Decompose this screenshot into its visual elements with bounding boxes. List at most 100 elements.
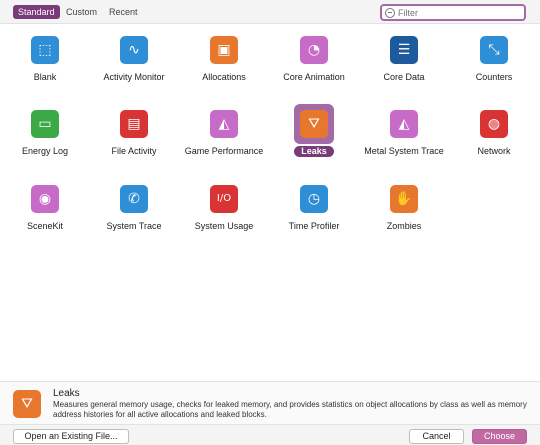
- template-item[interactable]: ✋ Zombies: [359, 179, 449, 232]
- activity-monitor-icon: ∿: [120, 36, 148, 64]
- description-title: Leaks: [53, 388, 80, 399]
- allocations-icon: ▣: [210, 36, 238, 64]
- template-item[interactable]: ◉ SceneKit: [0, 179, 90, 232]
- core-data-icon: ☰: [390, 36, 418, 64]
- template-icon-frame: ☰: [384, 30, 424, 70]
- template-icon-frame: ⤡: [474, 30, 514, 70]
- leaks-icon: ⛛: [300, 110, 328, 138]
- template-item[interactable]: ✆ System Trace: [89, 179, 179, 232]
- template-item[interactable]: ▣ Allocations: [179, 30, 269, 83]
- open-existing-file-button[interactable]: Open an Existing File...: [13, 429, 129, 444]
- scenekit-icon: ◉: [31, 185, 59, 213]
- time-profiler-icon: ◷: [300, 185, 328, 213]
- template-item[interactable]: ◍ Network: [449, 104, 539, 157]
- icon-glyph: ▣: [217, 42, 231, 58]
- choose-button[interactable]: Choose: [472, 429, 527, 444]
- template-icon-frame: ◉: [25, 179, 65, 219]
- template-icon-frame: ◔: [294, 30, 334, 70]
- template-tab-bar: Standard Custom Recent: [0, 0, 540, 24]
- template-icon-frame: ◭: [384, 104, 424, 144]
- template-item[interactable]: ∿ Activity Monitor: [89, 30, 179, 83]
- template-label: System Trace: [106, 221, 162, 231]
- template-label: Allocations: [202, 72, 246, 82]
- tab-custom[interactable]: Custom: [61, 5, 102, 19]
- filter-input[interactable]: [398, 7, 522, 19]
- template-label: System Usage: [194, 221, 254, 231]
- template-label: SceneKit: [26, 221, 64, 231]
- template-icon-frame: ⬚: [25, 30, 65, 70]
- tab-standard[interactable]: Standard: [13, 5, 60, 19]
- template-icon-frame: ◭: [204, 104, 244, 144]
- icon-glyph: ∿: [128, 42, 140, 58]
- template-item[interactable]: ▤ File Activity: [89, 104, 179, 157]
- icon-glyph: ⛛: [308, 116, 320, 132]
- core-animation-icon: ◔: [300, 36, 328, 64]
- template-icon-frame: ∿: [114, 30, 154, 70]
- zombies-icon: ✋: [390, 185, 418, 213]
- icon-glyph: ◭: [398, 116, 410, 132]
- template-item[interactable]: ☰ Core Data: [359, 30, 449, 83]
- blank-icon: ⬚: [31, 36, 59, 64]
- template-item[interactable]: ◭ Game Performance: [179, 104, 269, 157]
- bottom-button-bar: Open an Existing File... Cancel Choose: [0, 424, 540, 445]
- icon-glyph: ⬚: [38, 42, 52, 58]
- energy-log-icon: ▭: [31, 110, 59, 138]
- template-label: Game Performance: [184, 146, 264, 156]
- game-performance-icon: ◭: [210, 110, 238, 138]
- icon-glyph: ◔: [307, 42, 321, 58]
- file-activity-icon: ▤: [120, 110, 148, 138]
- icon-glyph: ◭: [218, 116, 230, 132]
- template-icon-frame: I/O: [204, 179, 244, 219]
- template-label: Activity Monitor: [103, 72, 165, 82]
- template-icon-frame: ⛛: [294, 104, 334, 144]
- template-label: File Activity: [111, 146, 157, 156]
- template-icon-frame: ▭: [25, 104, 65, 144]
- template-item[interactable]: ⛛ Leaks: [269, 104, 359, 157]
- template-item[interactable]: ◷ Time Profiler: [269, 179, 359, 232]
- tab-recent[interactable]: Recent: [104, 5, 143, 19]
- template-label: Counters: [475, 72, 513, 82]
- template-label: Leaks: [294, 146, 334, 157]
- template-label: Blank: [33, 72, 57, 82]
- network-icon: ◍: [480, 110, 508, 138]
- template-label: Core Data: [383, 72, 425, 82]
- template-icon-frame: ✆: [114, 179, 154, 219]
- icon-glyph: ⤡: [488, 42, 500, 58]
- template-item[interactable]: ⤡ Counters: [449, 30, 539, 83]
- template-label: Zombies: [386, 221, 422, 231]
- template-icon-frame: ▣: [204, 30, 244, 70]
- description-text: Measures general memory usage, checks fo…: [53, 400, 527, 419]
- template-icon-frame: ◷: [294, 179, 334, 219]
- template-item[interactable]: ◭ Metal System Trace: [359, 104, 449, 157]
- icon-glyph: ◍: [487, 116, 501, 132]
- icon-glyph: I/O: [216, 193, 232, 204]
- template-icon-frame: ✋: [384, 179, 424, 219]
- template-label: Time Profiler: [288, 221, 340, 231]
- filter-icon: [385, 8, 395, 18]
- system-trace-icon: ✆: [120, 185, 148, 213]
- template-item[interactable]: ⬚ Blank: [0, 30, 90, 83]
- icon-glyph: ✆: [128, 191, 140, 207]
- icon-glyph: ▤: [127, 116, 141, 132]
- template-label: Core Animation: [283, 72, 345, 82]
- template-item[interactable]: I/O System Usage: [179, 179, 269, 232]
- filter-field[interactable]: [380, 4, 526, 21]
- template-label: Energy Log: [21, 146, 69, 156]
- template-label: Metal System Trace: [364, 146, 444, 156]
- counters-icon: ⤡: [480, 36, 508, 64]
- leaks-icon: ⛛: [13, 390, 41, 418]
- template-icon-frame: ▤: [114, 104, 154, 144]
- icon-glyph: ✋: [395, 191, 413, 207]
- template-item[interactable]: ◔ Core Animation: [269, 30, 359, 83]
- system-usage-icon: I/O: [210, 185, 238, 213]
- icon-glyph: ◷: [307, 191, 321, 207]
- template-item[interactable]: ▭ Energy Log: [0, 104, 90, 157]
- metal-system-trace-icon: ◭: [390, 110, 418, 138]
- template-description-panel: ⛛ Leaks Measures general memory usage, c…: [0, 381, 540, 424]
- template-label: Network: [477, 146, 511, 156]
- template-icon-frame: ◍: [474, 104, 514, 144]
- icon-glyph: ☰: [397, 42, 411, 58]
- cancel-button[interactable]: Cancel: [409, 429, 464, 444]
- icon-glyph: ▭: [38, 116, 52, 132]
- icon-glyph: ◉: [38, 191, 52, 207]
